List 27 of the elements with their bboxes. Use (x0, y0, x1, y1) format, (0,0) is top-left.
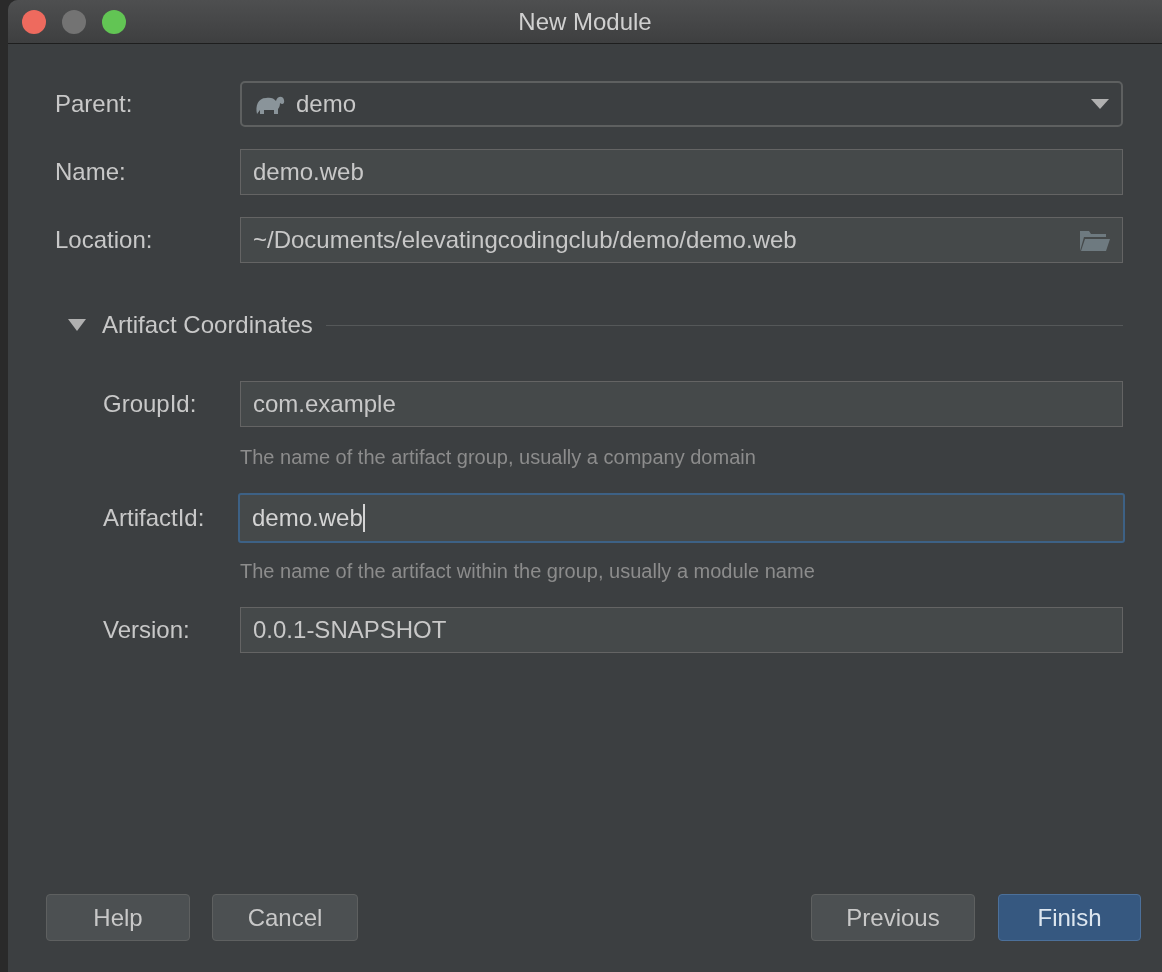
field-label: Location: (55, 225, 154, 255)
hint-text: The name of the artifact within the group, usually a module name (240, 559, 816, 584)
folder-icon (1080, 229, 1110, 251)
text-cursor (362, 504, 365, 532)
name-field[interactable]: demo.web (240, 149, 1123, 195)
text-field[interactable]: com.example (240, 381, 1123, 427)
field-label: Parent: (55, 89, 134, 119)
disclosure-triangle-icon[interactable] (68, 319, 86, 331)
window-title: New Module (518, 6, 652, 37)
text-field[interactable]: 0.0.1-SNAPSHOT (240, 607, 1123, 653)
location-field[interactable]: ~/Documents/elevatingcodingclub/demo/demo.web (240, 217, 1123, 263)
hint-text: The name of the artifact group, usually a company domain (240, 445, 757, 470)
dialog-button[interactable]: Cancel (212, 894, 358, 941)
zoom-button[interactable] (102, 10, 126, 34)
dialog-button[interactable]: Finish (998, 894, 1141, 941)
dialog-button[interactable]: Previous (811, 894, 975, 941)
text-field[interactable]: demo.web (238, 493, 1125, 543)
dialog-button[interactable]: Help (46, 894, 190, 941)
section-title[interactable]: Artifact Coordinates (102, 307, 313, 343)
caret-icon (1091, 99, 1109, 109)
parent-dropdown[interactable]: demo (240, 81, 1123, 127)
field-label: ArtifactId: (103, 503, 206, 533)
dropdown-value: demo (296, 89, 358, 119)
close-button[interactable] (22, 10, 46, 34)
field-label: GroupId: (103, 389, 198, 419)
field-label: Version: (103, 615, 191, 645)
field-label: Name: (55, 157, 127, 187)
